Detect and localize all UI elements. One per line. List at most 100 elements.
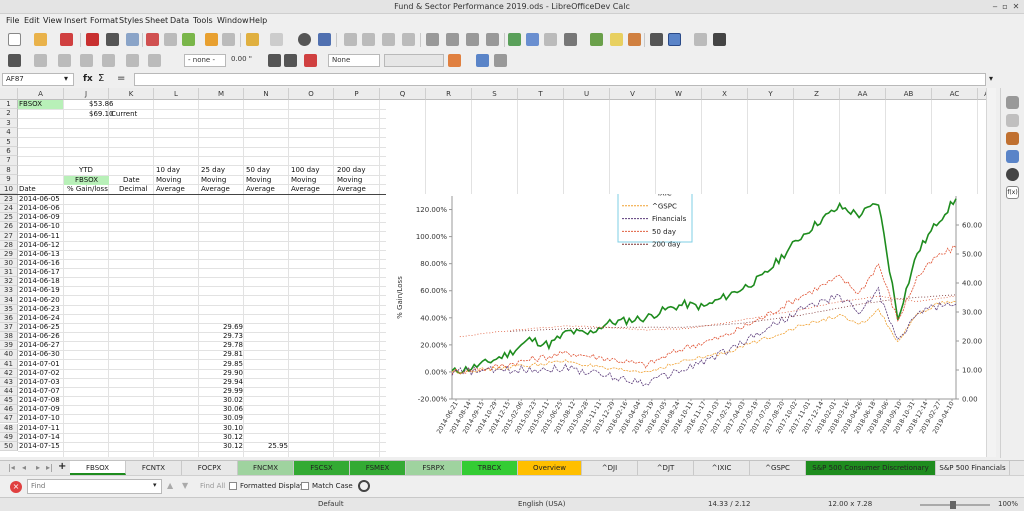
row-icon[interactable] xyxy=(344,33,357,46)
row-header[interactable]: 37 xyxy=(0,322,18,333)
cut-icon[interactable] xyxy=(146,33,159,46)
prev-sheet-icon[interactable]: ◂ xyxy=(22,463,26,472)
sort-descending-icon[interactable] xyxy=(466,33,479,46)
row-header[interactable]: 9 xyxy=(0,175,18,185)
menu-data[interactable]: Data xyxy=(170,16,189,25)
define-print-area-icon[interactable] xyxy=(650,33,663,46)
row-header[interactable]: 26 xyxy=(0,222,18,232)
split-window-icon[interactable] xyxy=(694,33,707,46)
row-header[interactable]: 1 xyxy=(0,100,18,110)
zoom-level[interactable]: 100% xyxy=(998,500,1018,508)
formula-input[interactable] xyxy=(134,73,986,86)
row-header[interactable]: 35 xyxy=(0,304,18,314)
menu-format[interactable]: Format xyxy=(90,16,118,25)
find-dropdown-icon[interactable]: ▾ xyxy=(153,481,157,489)
moving-average-25-cell[interactable]: 29.78 xyxy=(200,341,244,350)
date-cell[interactable]: 2014-06-13 xyxy=(18,250,61,259)
find-previous-icon[interactable]: ▲ xyxy=(167,481,173,490)
column-header[interactable]: V xyxy=(610,88,656,100)
moving-average-25-cell[interactable]: 29.94 xyxy=(200,378,244,387)
save-icon[interactable] xyxy=(60,33,73,46)
line-color-icon[interactable] xyxy=(304,54,317,67)
row-header[interactable]: 27 xyxy=(0,231,18,241)
spelling-icon[interactable] xyxy=(318,33,331,46)
row-header[interactable]: 24 xyxy=(0,204,18,214)
row-header[interactable]: 4 xyxy=(0,128,18,138)
date-cell[interactable]: 2014-06-11 xyxy=(18,232,61,241)
cell-l10[interactable]: Average xyxy=(155,185,186,194)
row-header[interactable]: 34 xyxy=(0,295,18,305)
row-header[interactable]: 40 xyxy=(0,350,18,360)
find-next-icon[interactable]: ▼ xyxy=(182,481,188,490)
maximize-icon[interactable]: ▫ xyxy=(1000,2,1010,12)
close-find-icon[interactable]: × xyxy=(10,481,22,493)
row-header[interactable]: 50 xyxy=(0,441,18,451)
sheet-tab[interactable]: FSRPX xyxy=(406,461,462,475)
row-header[interactable]: 6 xyxy=(0,147,18,157)
date-cell[interactable]: 2014-06-05 xyxy=(18,195,61,204)
sort-ascending-icon[interactable] xyxy=(446,33,459,46)
next-sheet-icon[interactable]: ▸ xyxy=(36,463,40,472)
function-wizard-icon[interactable]: fx xyxy=(83,74,93,84)
bring-forward-icon[interactable] xyxy=(126,54,139,67)
row-header[interactable]: 45 xyxy=(0,396,18,406)
date-cell[interactable]: 2014-06-30 xyxy=(18,350,61,359)
sheet-tab[interactable]: FSCSX xyxy=(294,461,350,475)
date-cell[interactable]: 2014-06-17 xyxy=(18,268,61,277)
moving-average-25-cell[interactable]: 29.69 xyxy=(200,323,244,332)
date-cell[interactable]: 2014-07-11 xyxy=(18,424,61,433)
date-cell[interactable]: 2014-06-23 xyxy=(18,305,61,314)
column-header[interactable]: U xyxy=(564,88,610,100)
chevron-down-icon[interactable]: ▾ xyxy=(64,74,68,83)
date-cell[interactable]: 2014-07-03 xyxy=(18,378,61,387)
freeze-rows-icon[interactable] xyxy=(668,33,681,46)
formula-equals-icon[interactable]: = xyxy=(117,73,125,84)
styles-icon[interactable] xyxy=(1006,132,1019,145)
row-header[interactable]: 33 xyxy=(0,286,18,296)
row-header[interactable]: 31 xyxy=(0,268,18,278)
cell-j9[interactable]: FBSOX xyxy=(64,176,109,185)
expand-formula-icon[interactable]: ▾ xyxy=(989,74,993,83)
menu-window[interactable]: Window xyxy=(217,16,249,25)
column-header[interactable]: L xyxy=(154,88,199,100)
date-cell[interactable]: 2014-06-16 xyxy=(18,259,61,268)
date-cell[interactable]: 2014-06-24 xyxy=(18,314,61,323)
date-cell[interactable]: 2014-06-09 xyxy=(18,213,61,222)
cell-o9[interactable]: Moving xyxy=(290,176,317,185)
date-cell[interactable]: 2014-07-08 xyxy=(18,396,61,405)
row-header[interactable]: 42 xyxy=(0,368,18,378)
menu-tools[interactable]: Tools xyxy=(193,16,213,25)
sheet-tab[interactable]: S&P 500 Consumer Discretionary xyxy=(806,461,936,475)
row-header[interactable]: 48 xyxy=(0,423,18,433)
properties-icon[interactable] xyxy=(1006,114,1019,127)
row-header[interactable]: 8 xyxy=(0,165,18,176)
date-cell[interactable]: 2014-06-10 xyxy=(18,222,61,231)
last-sheet-icon[interactable]: ▸| xyxy=(46,463,53,472)
column-header[interactable]: W xyxy=(656,88,702,100)
formatted-display-checkbox[interactable] xyxy=(229,482,237,490)
row-header[interactable]: 25 xyxy=(0,213,18,223)
cell-j1[interactable]: $53.86 xyxy=(88,100,115,109)
column-header[interactable]: J xyxy=(64,88,109,100)
row-header[interactable]: 36 xyxy=(0,313,18,323)
date-cell[interactable]: 2014-07-07 xyxy=(18,387,61,396)
menu-file[interactable]: File xyxy=(6,16,19,25)
date-cell[interactable]: 2014-07-14 xyxy=(18,433,61,442)
special-character-icon[interactable] xyxy=(564,33,577,46)
date-cell[interactable]: 2014-06-06 xyxy=(18,204,61,213)
select-icon[interactable] xyxy=(494,54,507,67)
column-header[interactable]: S xyxy=(472,88,518,100)
column-header[interactable]: P xyxy=(334,88,380,100)
find-all-button[interactable]: Find All xyxy=(200,482,225,490)
autofilter-icon[interactable] xyxy=(486,33,499,46)
date-cell[interactable]: 2014-07-02 xyxy=(18,369,61,378)
row-header[interactable]: 32 xyxy=(0,277,18,287)
row-header[interactable]: 38 xyxy=(0,332,18,342)
date-cell[interactable]: 2014-06-25 xyxy=(18,323,61,332)
functions-icon[interactable]: f(x) xyxy=(1006,186,1019,199)
sheet-tab[interactable]: FCNTX xyxy=(126,461,182,475)
date-cell[interactable]: 2014-06-19 xyxy=(18,286,61,295)
moving-average-25-cell[interactable]: 30.02 xyxy=(200,396,244,405)
row-header[interactable]: 3 xyxy=(0,118,18,129)
moving-average-25-cell[interactable]: 29.90 xyxy=(200,369,244,378)
